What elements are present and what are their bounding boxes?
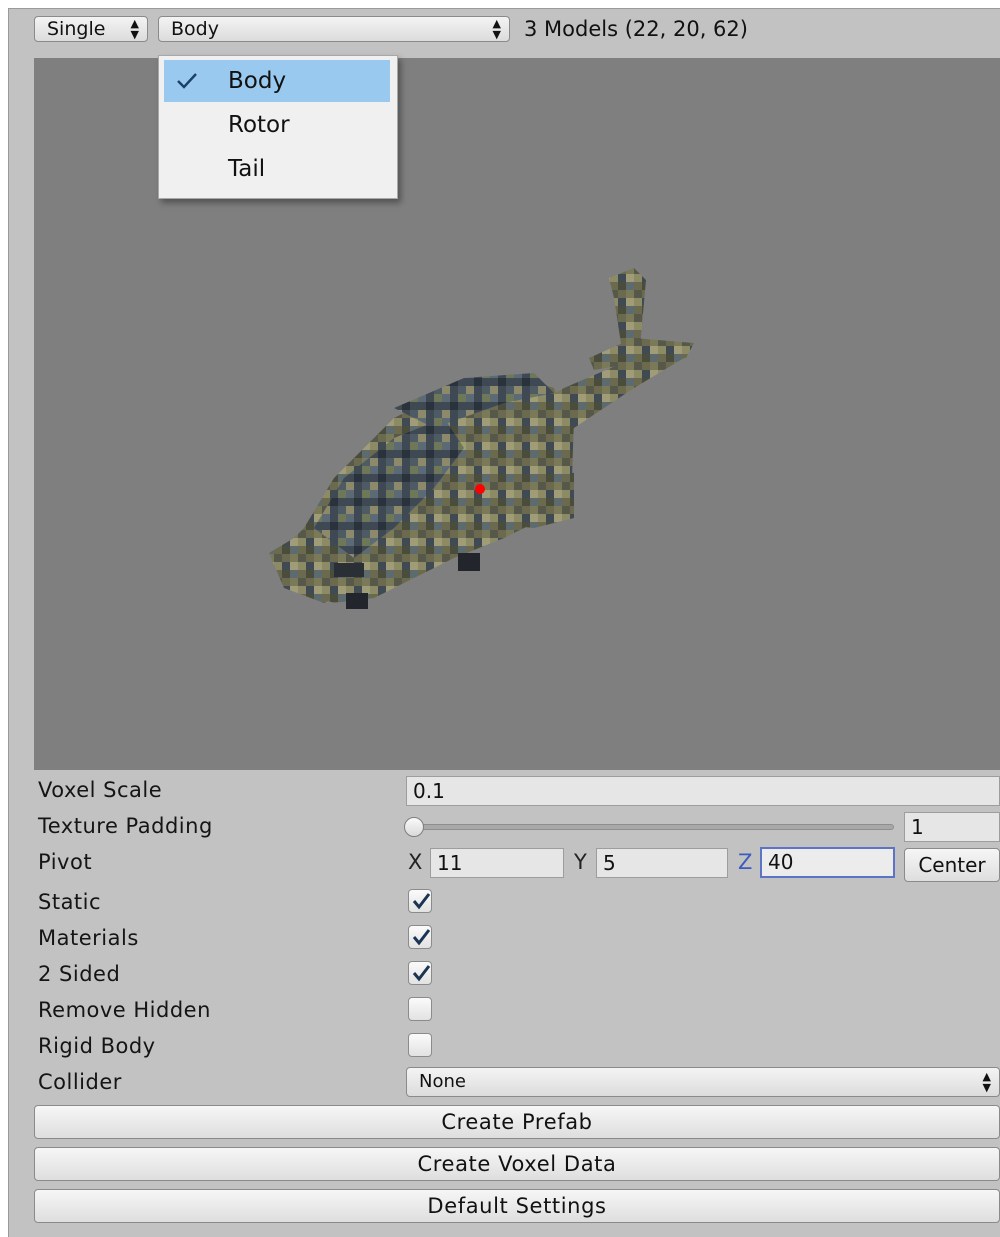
collider-label: Collider [38,1070,122,1094]
collider-select[interactable]: None ▲ ▼ [406,1067,1000,1097]
models-info-text: 3 Models (22, 20, 62) [524,17,748,41]
popup-arrows-icon: ▲ ▼ [492,17,501,41]
menu-item-rotor[interactable]: Rotor [164,104,390,146]
rigid-body-checkbox[interactable] [408,1033,432,1057]
static-checkbox[interactable] [408,889,432,913]
create-prefab-button[interactable]: Create Prefab [34,1105,1000,1139]
popup-arrows-icon: ▲ ▼ [982,1070,991,1094]
checkmark-icon [174,60,200,102]
pivot-x-label: X [408,850,423,874]
checkmark-icon [412,893,431,910]
center-pivot-button[interactable]: Center [904,848,1000,882]
texture-padding-slider-handle[interactable] [404,817,424,837]
static-label: Static [38,890,102,914]
pivot-x-input[interactable]: 11 [430,848,564,878]
menu-item-tail[interactable]: Tail [164,148,390,190]
mode-popup-value: Single [47,18,106,40]
rigid-body-label: Rigid Body [38,1034,156,1058]
pivot-marker-icon [475,484,485,494]
default-settings-button[interactable]: Default Settings [34,1189,1000,1223]
pivot-label: Pivot [38,850,93,874]
texture-padding-input[interactable]: 1 [904,812,1000,842]
remove-hidden-checkbox[interactable] [408,997,432,1021]
pivot-z-label: Z [738,850,753,874]
model-popup-value: Body [171,18,219,40]
materials-checkbox[interactable] [408,925,432,949]
two-sided-label: 2 Sided [38,962,121,986]
model-popup[interactable]: Body ▲ ▼ [158,16,510,42]
model-dropdown-menu: Body Rotor Tail [158,55,398,199]
pivot-z-input[interactable]: 40 [760,847,895,878]
pivot-y-label: Y [574,850,587,874]
popup-arrows-icon: ▲ ▼ [130,17,139,41]
remove-hidden-label: Remove Hidden [38,998,211,1022]
pivot-y-input[interactable]: 5 [596,848,728,878]
two-sided-checkbox[interactable] [408,961,432,985]
voxel-scale-input[interactable]: 0.1 [406,776,1000,806]
materials-label: Materials [38,926,139,950]
create-voxel-data-button[interactable]: Create Voxel Data [34,1147,1000,1181]
mode-popup[interactable]: Single ▲ ▼ [34,16,148,42]
menu-item-label: Tail [228,156,266,182]
texture-padding-slider-track[interactable] [412,824,894,830]
menu-item-label: Body [228,68,287,94]
checkmark-icon [412,965,431,982]
checkmark-icon [412,929,431,946]
collider-select-value: None [419,1071,466,1092]
texture-padding-label: Texture Padding [38,814,213,838]
menu-item-body[interactable]: Body [164,60,390,102]
voxel-scale-label: Voxel Scale [38,778,163,802]
menu-item-label: Rotor [228,112,290,138]
